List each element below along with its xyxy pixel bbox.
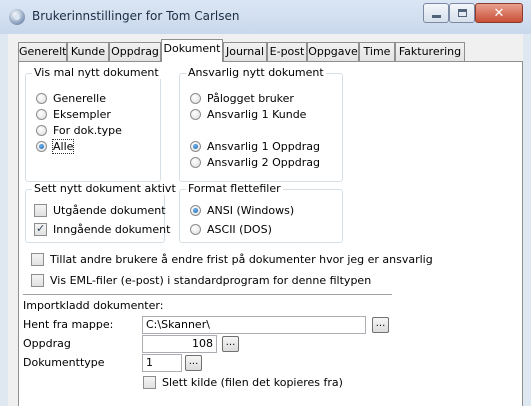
browse-folder-button[interactable]: ...: [372, 317, 389, 333]
radio-label: Ansvarlig 2 Oppdrag: [207, 156, 320, 169]
checkbox-tillat-frist[interactable]: Tillat andre brukere å endre frist på do…: [31, 253, 433, 266]
radio-eksempler[interactable]: Eksempler: [36, 108, 111, 121]
close-button[interactable]: ✕: [475, 3, 523, 23]
radio-label: Generelle: [53, 92, 106, 105]
checkbox-label: Tillat andre brukere å endre frist på do…: [50, 253, 433, 266]
radio-alle[interactable]: Alle: [36, 139, 75, 154]
radio-ascii[interactable]: ASCII (DOS): [190, 223, 272, 236]
dialog-body: Generelt Kunde Oppdrag Dokument Journal …: [8, 34, 523, 406]
radio-ansvarlig-2-oppdrag[interactable]: Ansvarlig 2 Oppdrag: [190, 156, 320, 169]
hent-fra-mappe-input[interactable]: C:\Skanner\: [142, 316, 366, 334]
radio-circle-selected: [36, 141, 47, 152]
checkbox-label: Slett kilde (filen det kopieres fra): [162, 376, 343, 389]
radio-circle: [190, 224, 201, 235]
tab-e-post[interactable]: E-post: [267, 42, 307, 61]
checkmark-icon: ✓: [36, 222, 46, 235]
radio-circle-selected: [190, 205, 201, 216]
tab-fakturering[interactable]: Fakturering: [395, 42, 465, 61]
dokumenttype-label: Dokumenttype: [23, 356, 105, 369]
radio-label: ANSI (Windows): [207, 204, 295, 217]
tab-journal[interactable]: Journal: [223, 42, 267, 61]
tab-dokument[interactable]: Dokument: [161, 39, 223, 62]
radio-circle: [36, 109, 47, 120]
settings-gear-icon: [9, 9, 25, 25]
radio-label: For dok.type: [53, 124, 122, 137]
tab-time[interactable]: Time: [359, 42, 395, 61]
ansvarlig-title: Ansvarlig nytt dokument: [186, 66, 326, 79]
radio-ansi[interactable]: ANSI (Windows): [190, 204, 294, 217]
tab-generelt[interactable]: Generelt: [18, 42, 67, 61]
radio-label: Alle: [51, 139, 75, 154]
minimize-icon: [432, 15, 441, 18]
dokument-panel: Vis mal nytt dokument Generelle Eksemple…: [18, 61, 523, 406]
checkbox-label: Inngående dokument: [53, 223, 171, 236]
format-title: Format flettefiler: [186, 182, 283, 195]
window-title: Brukerinnstillinger for Tom Carlsen: [32, 9, 240, 23]
title-bar[interactable]: Brukerinnstillinger for Tom Carlsen ✕: [0, 0, 531, 34]
checkbox-label: Vis EML-filer (e-post) i standardprogram…: [50, 274, 372, 287]
radio-label: ASCII (DOS): [207, 223, 272, 236]
radio-generelle[interactable]: Generelle: [36, 92, 106, 105]
checkbox-box: [143, 376, 156, 389]
checkbox-box: [31, 274, 44, 287]
radio-label: Ansvarlig 1 Kunde: [207, 108, 307, 121]
browse-oppdrag-button[interactable]: ...: [222, 336, 239, 352]
radio-circle: [190, 109, 201, 120]
radio-label: Pålogget bruker: [207, 92, 294, 105]
tab-oppgave[interactable]: Oppgave: [307, 42, 359, 61]
tab-kunde[interactable]: Kunde: [67, 42, 109, 61]
checkbox-inngaende[interactable]: ✓ Inngående dokument: [34, 222, 171, 236]
radio-palogget-bruker[interactable]: Pålogget bruker: [190, 92, 294, 105]
separator-line: [23, 294, 392, 295]
checkbox-vis-eml[interactable]: Vis EML-filer (e-post) i standardprogram…: [31, 274, 371, 287]
radio-for-doktype[interactable]: For dok.type: [36, 124, 122, 137]
hent-fra-mappe-label: Hent fra mappe:: [23, 318, 114, 331]
maximize-button[interactable]: [449, 3, 475, 23]
radio-label: Eksempler: [53, 108, 111, 121]
radio-ansvarlig-1-oppdrag[interactable]: Ansvarlig 1 Oppdrag: [190, 140, 320, 153]
dokumenttype-input[interactable]: 1: [142, 354, 182, 372]
checkbox-box: [34, 204, 47, 217]
radio-ansvarlig-1-kunde[interactable]: Ansvarlig 1 Kunde: [190, 108, 306, 121]
radio-label: Ansvarlig 1 Oppdrag: [207, 140, 320, 153]
radio-circle: [36, 125, 47, 136]
close-icon: ✕: [493, 5, 505, 21]
minimize-button[interactable]: [423, 3, 449, 23]
tab-oppdrag[interactable]: Oppdrag: [109, 42, 161, 61]
vis-mal-title: Vis mal nytt dokument: [32, 66, 161, 79]
oppdrag-input[interactable]: 108: [142, 335, 217, 353]
sett-aktivt-title: Sett nytt dokument aktivt: [32, 182, 178, 195]
radio-circle: [190, 93, 201, 104]
import-title: Importkladd dokumenter:: [23, 299, 164, 312]
checkbox-label: Utgående dokument: [53, 204, 166, 217]
checkbox-box-checked: ✓: [34, 222, 47, 236]
checkbox-utgaende[interactable]: Utgående dokument: [34, 204, 166, 217]
browse-dokumenttype-button[interactable]: ...: [185, 355, 202, 371]
radio-circle: [36, 93, 47, 104]
radio-circle: [190, 157, 201, 168]
radio-circle-selected: [190, 141, 201, 152]
checkbox-box: [31, 253, 44, 266]
oppdrag-label: Oppdrag: [23, 337, 71, 350]
maximize-icon: [458, 9, 467, 17]
checkbox-slett-kilde[interactable]: Slett kilde (filen det kopieres fra): [143, 376, 343, 389]
